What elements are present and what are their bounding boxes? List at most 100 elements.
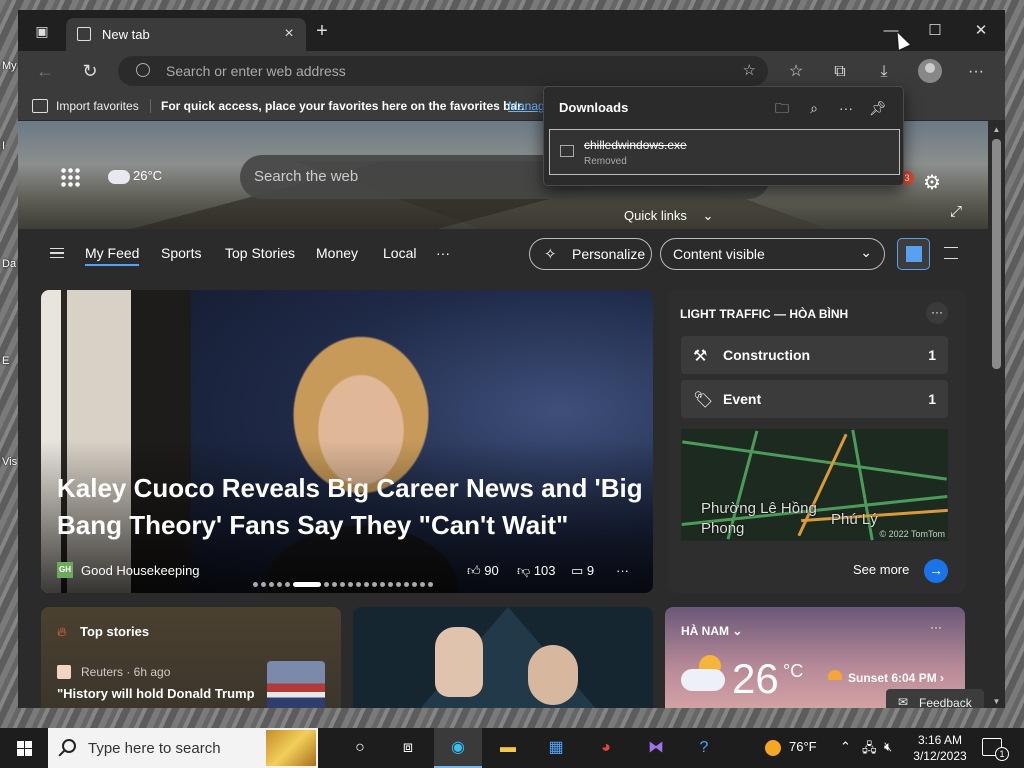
- search-icon[interactable]: ⌕: [804, 98, 824, 118]
- tab-my-feed[interactable]: My Feed: [85, 245, 140, 266]
- tab-actions-icon[interactable]: ▣: [34, 23, 50, 39]
- more-options-icon[interactable]: ···: [836, 98, 856, 118]
- tab-close-button[interactable]: ×: [280, 25, 298, 43]
- task-view-button[interactable]: ⧈: [384, 728, 432, 768]
- taskbar-app-store[interactable]: ▦: [532, 728, 580, 768]
- desktop-icon-label[interactable]: E: [2, 355, 9, 367]
- cortana-button[interactable]: ○: [336, 728, 384, 768]
- maximize-button[interactable]: ☐: [912, 18, 958, 44]
- carousel-dot[interactable]: [277, 582, 282, 587]
- carousel-indicator[interactable]: [253, 582, 436, 588]
- network-icon[interactable]: 🖧︎: [862, 739, 877, 761]
- chevron-up-icon[interactable]: ⌃: [840, 739, 851, 755]
- carousel-dot[interactable]: [396, 582, 401, 587]
- more-tabs-button[interactable]: ···: [436, 245, 450, 261]
- story-source[interactable]: Good Housekeeping: [81, 563, 200, 578]
- carousel-dot[interactable]: [285, 582, 290, 587]
- downloads-icon[interactable]: ⤓: [873, 61, 895, 83]
- tab-money[interactable]: Money: [316, 245, 358, 261]
- weather-more-button[interactable]: ···: [930, 620, 942, 634]
- carousel-dot[interactable]: [269, 582, 274, 587]
- like-button[interactable]: 👍︎ 90: [467, 563, 499, 579]
- refresh-button[interactable]: ↻: [78, 59, 102, 83]
- taskbar-app-file-explorer[interactable]: ▬: [484, 728, 532, 768]
- carousel-dot[interactable]: [261, 582, 266, 587]
- carousel-dot[interactable]: [293, 582, 321, 587]
- carousel-dot[interactable]: [364, 582, 369, 587]
- desktop-icon-label[interactable]: Vis: [2, 456, 17, 468]
- new-tab-button[interactable]: +: [312, 21, 332, 41]
- carousel-dot[interactable]: [324, 582, 329, 587]
- hamburger-menu-icon[interactable]: [50, 248, 64, 258]
- open-folder-icon[interactable]: 🗀: [772, 98, 792, 118]
- carousel-dot[interactable]: [253, 582, 258, 587]
- carousel-dot[interactable]: [404, 582, 409, 587]
- list-view-button[interactable]: [944, 247, 958, 259]
- tray-weather[interactable]: 76°F: [765, 739, 817, 756]
- tab-top-stories[interactable]: Top Stories: [225, 245, 295, 261]
- story-headline[interactable]: Kaley Cuoco Reveals Big Career News and …: [57, 470, 647, 544]
- collections-icon[interactable]: ⧉: [829, 61, 851, 83]
- content-visibility-dropdown[interactable]: Content visible ⌄: [660, 238, 885, 270]
- carousel-dot[interactable]: [420, 582, 425, 587]
- carousel-dot[interactable]: [412, 582, 417, 587]
- carousel-dot[interactable]: [388, 582, 393, 587]
- traffic-row-event[interactable]: 🏷︎ Event 1: [681, 380, 948, 418]
- taskbar-app-edge[interactable]: ◉: [434, 728, 482, 768]
- carousel-dot[interactable]: [380, 582, 385, 587]
- traffic-more-button[interactable]: ···: [926, 302, 948, 324]
- manage-favorites-link[interactable]: Manag: [508, 99, 545, 113]
- back-button[interactable]: ←: [33, 59, 57, 83]
- carousel-dot[interactable]: [332, 582, 337, 587]
- grid-view-button[interactable]: [897, 238, 930, 270]
- tab-sports[interactable]: Sports: [161, 245, 201, 261]
- carousel-dot[interactable]: [428, 582, 433, 587]
- tab-new-tab[interactable]: New tab ×: [66, 18, 306, 51]
- profile-avatar[interactable]: [918, 59, 942, 83]
- notification-center-button[interactable]: 1: [982, 738, 1009, 761]
- address-bar[interactable]: Search or enter web address ☆: [118, 56, 768, 86]
- weather-mini[interactable]: 26°C: [108, 164, 162, 184]
- gear-icon[interactable]: ⚙: [923, 173, 941, 193]
- top-story-headline[interactable]: "History will hold Donald Trump accounta…: [57, 684, 257, 708]
- vertical-scrollbar[interactable]: ▲ ▼: [988, 121, 1005, 708]
- settings-more-icon[interactable]: ···: [965, 61, 987, 83]
- pin-icon[interactable]: 📌︎: [868, 98, 888, 118]
- feedback-button[interactable]: ✉ Feedback: [886, 689, 984, 708]
- scroll-down-arrow[interactable]: ▼: [991, 697, 1002, 706]
- desktop-icon-label[interactable]: My: [2, 60, 17, 72]
- desktop-icon-label[interactable]: I: [2, 140, 5, 152]
- traffic-row-construction[interactable]: ⚒ Construction 1: [681, 336, 948, 374]
- add-favorite-icon[interactable]: ☆: [743, 61, 756, 79]
- hearing-aids-story-card[interactable]: [353, 607, 653, 708]
- weather-location[interactable]: HÀ NAM ⌄: [681, 624, 742, 638]
- download-item[interactable]: chilledwindows.exe Removed: [549, 129, 900, 175]
- taskbar-app-chrome[interactable]: ◕: [582, 728, 630, 768]
- arrow-right-icon[interactable]: →: [924, 559, 948, 583]
- favorites-icon[interactable]: ☆: [785, 61, 807, 83]
- address-input[interactable]: Search or enter web address: [166, 63, 346, 79]
- desktop-icon-label[interactable]: Da: [2, 258, 16, 270]
- top-stories-card[interactable]: 🔥︎ Top stories Reuters · 6h ago "History…: [41, 607, 341, 708]
- carousel-dot[interactable]: [340, 582, 345, 587]
- import-favorites-button[interactable]: Import favorites: [56, 99, 139, 113]
- web-search-input[interactable]: Search the web: [254, 168, 358, 185]
- taskbar-app-visual-studio[interactable]: ⧓: [632, 728, 680, 768]
- search-highlight-icon[interactable]: [266, 730, 316, 766]
- volume-muted-icon[interactable]: 🔇︎: [884, 739, 892, 755]
- taskbar-search-input[interactable]: Type here to search: [88, 740, 221, 757]
- close-window-button[interactable]: ✕: [958, 18, 1004, 44]
- personalize-button[interactable]: ✧ Personalize: [529, 238, 652, 270]
- featured-story-card[interactable]: Kaley Cuoco Reveals Big Career News and …: [41, 290, 653, 593]
- scrollbar-thumb[interactable]: [992, 139, 1001, 369]
- expand-icon[interactable]: ⤢: [950, 203, 962, 220]
- comments-button[interactable]: ▭ 9: [571, 563, 594, 579]
- start-button[interactable]: [0, 728, 48, 768]
- dislike-button[interactable]: 👎︎ 103: [517, 563, 556, 579]
- tab-local[interactable]: Local: [383, 245, 416, 261]
- quick-links-toggle[interactable]: Quick links ⌄: [624, 208, 713, 224]
- system-clock[interactable]: 3:16 AM 3/12/2023: [910, 732, 970, 764]
- taskbar-search[interactable]: Type here to search: [48, 728, 318, 768]
- sunset-time[interactable]: Sunset 6:04 PM ›: [830, 671, 944, 685]
- carousel-dot[interactable]: [372, 582, 377, 587]
